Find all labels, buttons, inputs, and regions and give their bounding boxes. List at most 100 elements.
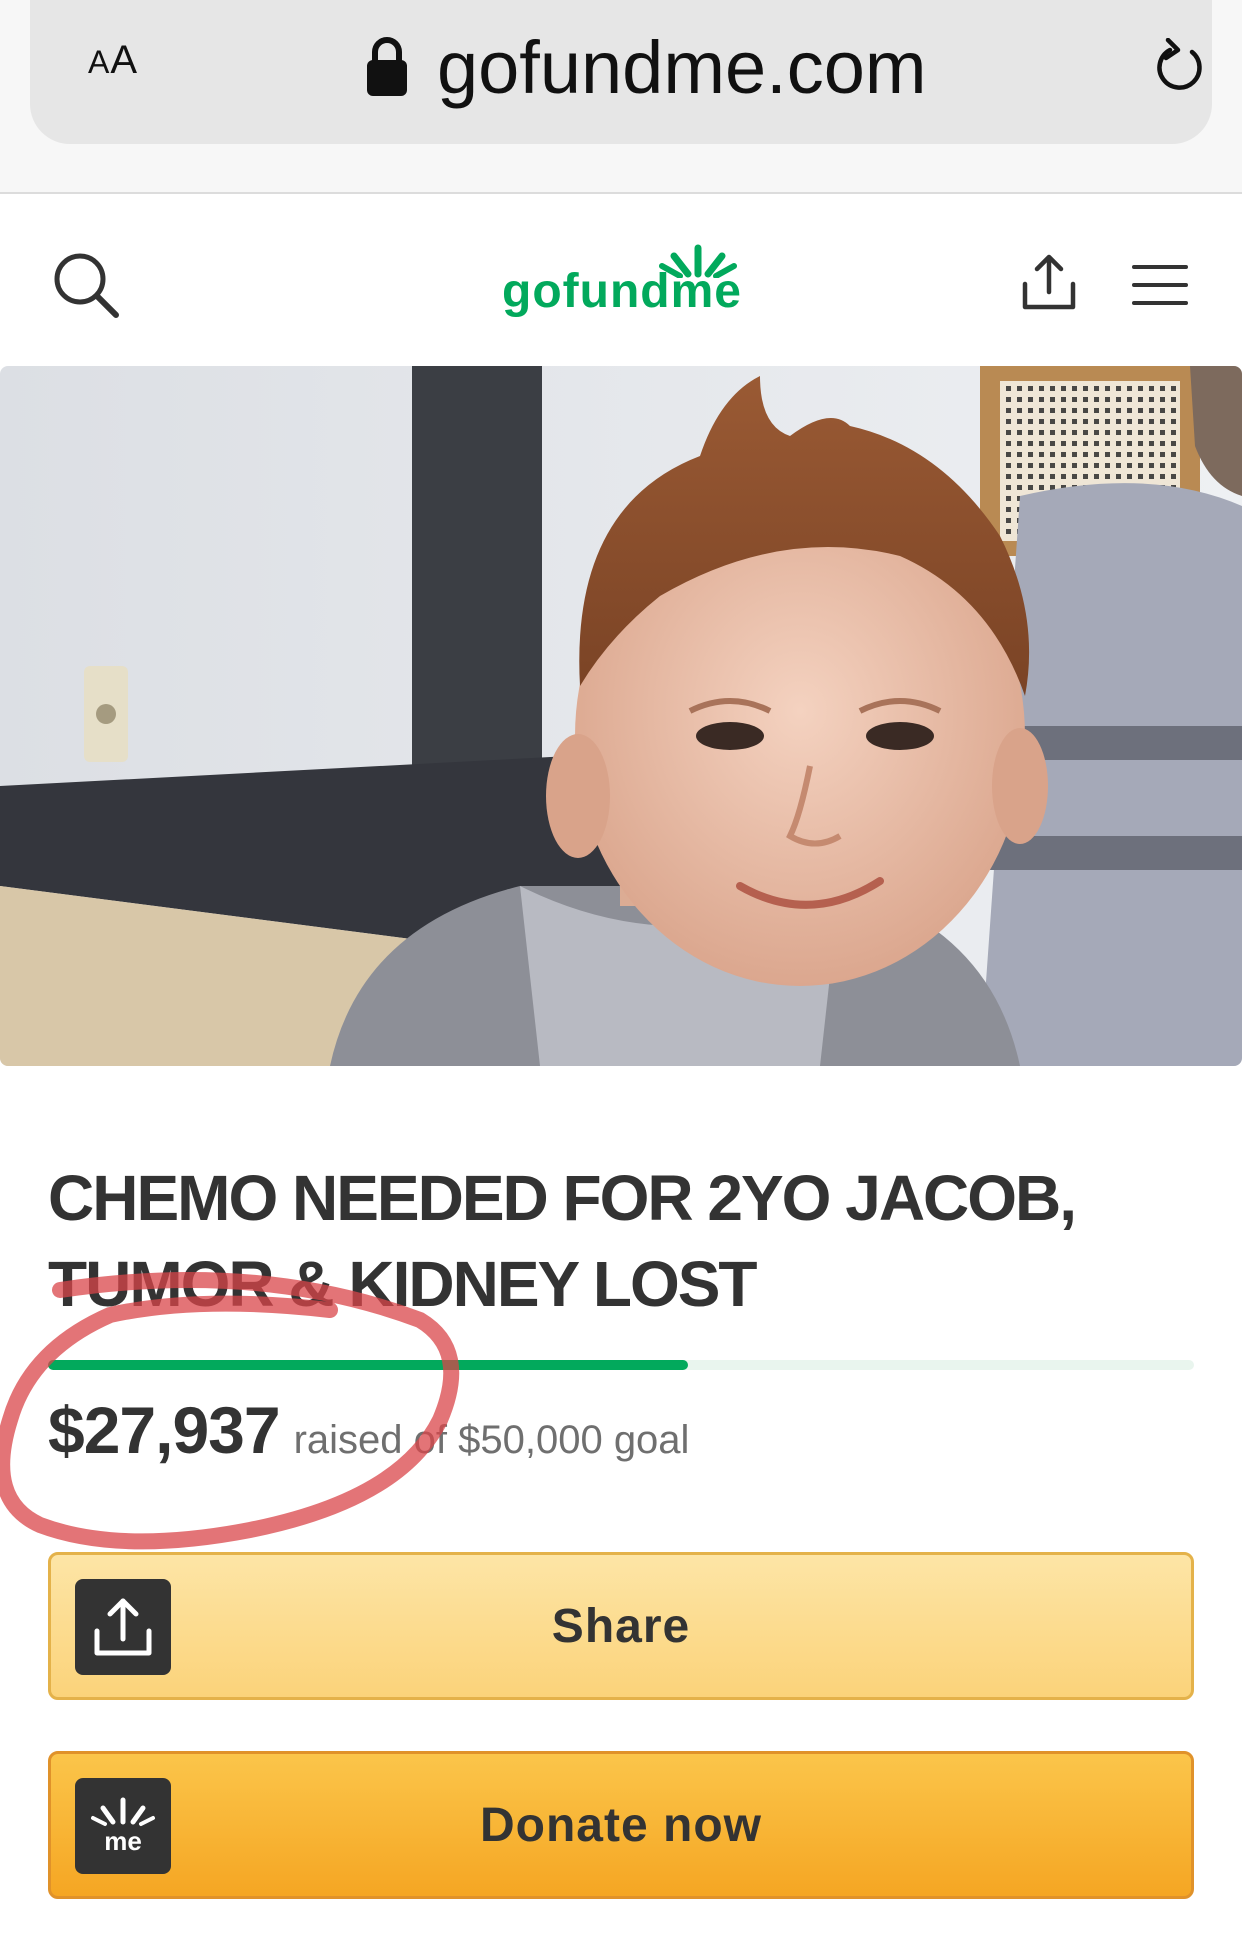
grille-dot (1138, 430, 1143, 435)
grille-dot (1006, 397, 1011, 402)
grille-dot (1138, 386, 1143, 391)
grille-dot (1028, 452, 1033, 457)
grille-dot (1006, 441, 1011, 446)
grille-dot (1061, 397, 1066, 402)
grille-dot (1039, 452, 1044, 457)
grille-dot (1105, 430, 1110, 435)
logo-wordmark-gofund: gofund (502, 265, 671, 318)
grille-dot (1149, 463, 1154, 468)
grille-dot (1072, 419, 1077, 424)
grille-dot (1061, 386, 1066, 391)
progress-bar-fill (48, 1360, 689, 1370)
grille-dot (1061, 430, 1066, 435)
browser-chrome: AA gofundme.com (0, 0, 1242, 194)
grille-dot (1039, 397, 1044, 402)
grille-dot (1050, 452, 1055, 457)
hamburger-menu-icon[interactable] (1132, 264, 1188, 306)
grille-dot (1039, 474, 1044, 479)
reload-icon[interactable] (1152, 38, 1208, 94)
grille-dot (1006, 496, 1011, 501)
grille-dot (1083, 386, 1088, 391)
logo-wordmark-me: me (670, 265, 742, 318)
grille-dot (1083, 441, 1088, 446)
grille-dot (1028, 441, 1033, 446)
site-header: gofundme (0, 194, 1242, 366)
grille-dot (1039, 485, 1044, 490)
grille-dot (1039, 408, 1044, 413)
grille-dot (1061, 474, 1066, 479)
grille-dot (1116, 386, 1121, 391)
grille-dot (1171, 408, 1176, 413)
grille-dot (1127, 474, 1132, 479)
grille-dot (1072, 452, 1077, 457)
grille-dot (1094, 408, 1099, 413)
url-field[interactable]: gofundme.com (365, 22, 927, 112)
grille-dot (1017, 441, 1022, 446)
gofundme-logo[interactable]: gofundme (502, 244, 742, 324)
text-size-button[interactable]: AA (88, 38, 138, 83)
grille-dot (1094, 386, 1099, 391)
grille-dot (1127, 463, 1132, 468)
grille-dot (1171, 430, 1176, 435)
grille-dot (1105, 386, 1110, 391)
share-icon[interactable] (1020, 252, 1078, 312)
grille-dot (1171, 474, 1176, 479)
grille-dot (1028, 463, 1033, 468)
grille-dot (1116, 430, 1121, 435)
grille-dot (1050, 397, 1055, 402)
grille-dot (1160, 463, 1165, 468)
grille-dot (1028, 485, 1033, 490)
grille-dot (1017, 474, 1022, 479)
donate-now-button[interactable]: me Donate now (48, 1751, 1194, 1899)
grille-dot (1083, 463, 1088, 468)
grille-dot (1160, 430, 1165, 435)
grille-dot (1160, 419, 1165, 424)
grille-dot (1061, 408, 1066, 413)
campaign-photo[interactable] (0, 366, 1242, 1066)
campaign-title-line-1: CHEMO NEEDED FOR 2YO JACOB, (48, 1162, 1077, 1234)
grille-dot (1149, 397, 1154, 402)
grille-dot (1149, 419, 1154, 424)
campaign-photo-illustration (0, 366, 1242, 1066)
grille-dot (1171, 397, 1176, 402)
grille-dot (1149, 408, 1154, 413)
grille-dot (1083, 419, 1088, 424)
grille-dot (1072, 474, 1077, 479)
progress-bar (48, 1360, 1194, 1370)
grille-dot (1006, 452, 1011, 457)
text-size-small-glyph: A (88, 44, 111, 80)
grille-dot (1160, 386, 1165, 391)
grille-dot (1138, 452, 1143, 457)
grille-dot (1006, 419, 1011, 424)
share-button[interactable]: Share (48, 1552, 1194, 1700)
grille-dot (1127, 441, 1132, 446)
grille-dot (1171, 419, 1176, 424)
grille-dot (1050, 430, 1055, 435)
grille-dot (1006, 529, 1011, 534)
grille-dot (1105, 397, 1110, 402)
grille-dot (1017, 408, 1022, 413)
search-icon[interactable] (52, 251, 120, 319)
grille-dot (1061, 441, 1066, 446)
grille-dot (1028, 474, 1033, 479)
grille-dot (1116, 463, 1121, 468)
grille-dot (1171, 386, 1176, 391)
grille-dot (1050, 386, 1055, 391)
grille-dot (1116, 419, 1121, 424)
grille-dot (1149, 430, 1154, 435)
grille-dot (1083, 474, 1088, 479)
grille-dot (1050, 463, 1055, 468)
campaign-title: CHEMO NEEDED FOR 2YO JACOB, TUMOR & KIDN… (48, 1155, 1198, 1327)
grille-dot (1006, 474, 1011, 479)
address-bar[interactable]: AA gofundme.com (30, 0, 1212, 144)
grille-dot (1061, 452, 1066, 457)
share-button-label: Share (551, 1599, 691, 1653)
grille-dot (1094, 397, 1099, 402)
grille-dot (1094, 474, 1099, 479)
grille-dot (1017, 452, 1022, 457)
grille-dot (1006, 518, 1011, 523)
grille-dot (1094, 419, 1099, 424)
grille-dot (1138, 441, 1143, 446)
grille-dot (1138, 408, 1143, 413)
grille-dot (1050, 408, 1055, 413)
